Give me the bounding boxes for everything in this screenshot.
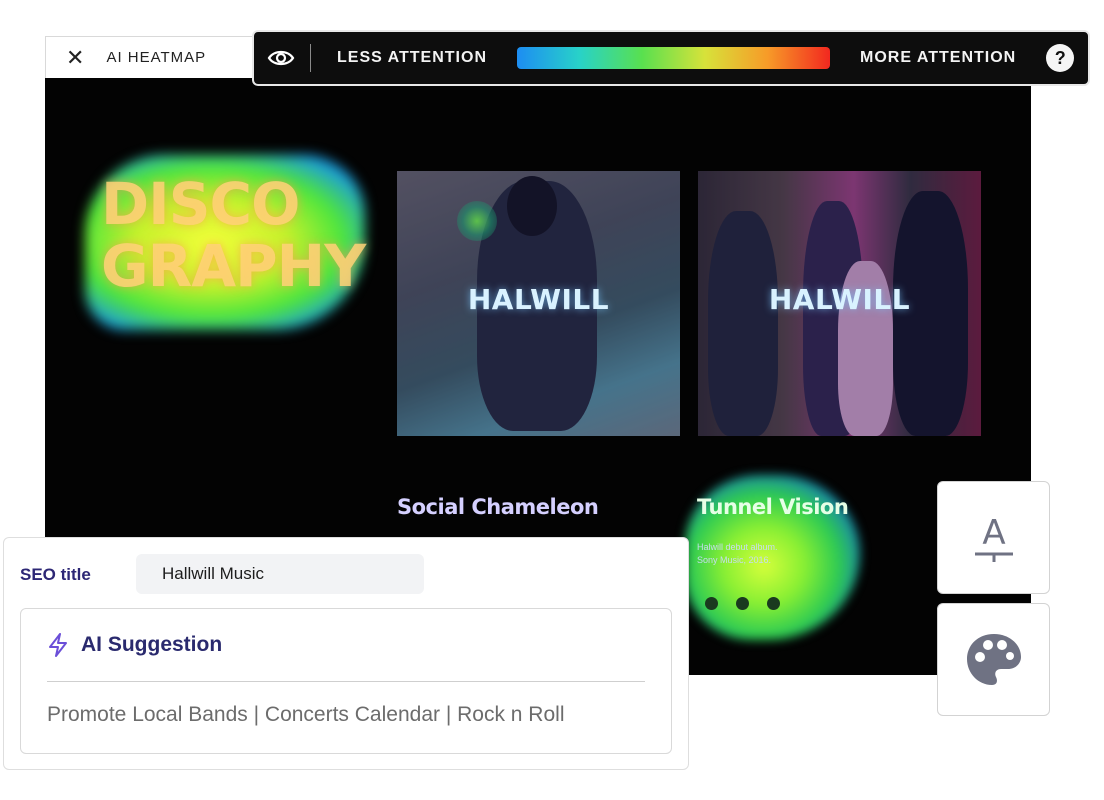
social-links [705, 597, 780, 610]
discography-line-2: GRAPHY [101, 232, 366, 300]
album-cover-2: HALWILL [698, 171, 981, 436]
apple-music-icon[interactable] [736, 597, 749, 610]
more-attention-label: MORE ATTENTION [860, 49, 1017, 66]
music-note-icon[interactable] [767, 597, 780, 610]
help-icon[interactable]: ? [1046, 44, 1075, 72]
text-style-button[interactable]: A [937, 481, 1050, 594]
attention-gradient-bar [517, 47, 830, 69]
discography-heading: DISCO GRAPHY [101, 170, 366, 300]
legend-divider [310, 44, 311, 72]
ai-heatmap-label: AI HEATMAP [106, 49, 207, 66]
seo-panel: SEO title AI Suggestion Promote Local Ba… [3, 537, 689, 770]
album-2-subtitle-line-2: Sony Music, 2016. [697, 555, 772, 565]
less-attention-label: LESS ATTENTION [337, 49, 487, 66]
ai-suggestion-text: Promote Local Bands | Concerts Calendar … [47, 703, 565, 726]
ai-suggestion-title: AI Suggestion [81, 633, 223, 656]
album-2-label: HALWILL [768, 283, 911, 316]
album-cover-1: HALWILL [397, 171, 680, 436]
eye-icon[interactable] [266, 43, 296, 73]
text-style-glyph: A [982, 513, 1005, 553]
ai-suggestion-card[interactable]: AI Suggestion Promote Local Bands | Conc… [20, 608, 672, 754]
ai-suggestion-header: AI Suggestion [47, 633, 222, 657]
album-1-title: Social Chameleon [397, 495, 599, 519]
album-1-label: HALWILL [467, 283, 610, 316]
seo-title-label: SEO title [20, 565, 91, 584]
text-style-icon: A [974, 513, 1013, 562]
palette-icon [966, 633, 1021, 685]
album-2-subtitle: Halwill debut album. Sony Music, 2016. [697, 541, 778, 567]
lightning-icon [49, 633, 67, 657]
album-2-subtitle-line-1: Halwill debut album. [697, 542, 778, 552]
ai-heatmap-tab[interactable]: ✕ AI HEATMAP [45, 36, 275, 78]
attention-legend: LESS ATTENTION MORE ATTENTION ? [252, 30, 1090, 86]
album-2-title: Tunnel Vision [697, 495, 849, 519]
seo-title-input[interactable] [136, 554, 424, 594]
suggestion-divider [47, 681, 645, 682]
discography-line-1: DISCO [101, 170, 300, 238]
color-palette-button[interactable] [937, 603, 1050, 716]
spotify-icon[interactable] [705, 597, 718, 610]
close-icon[interactable]: ✕ [66, 46, 84, 69]
